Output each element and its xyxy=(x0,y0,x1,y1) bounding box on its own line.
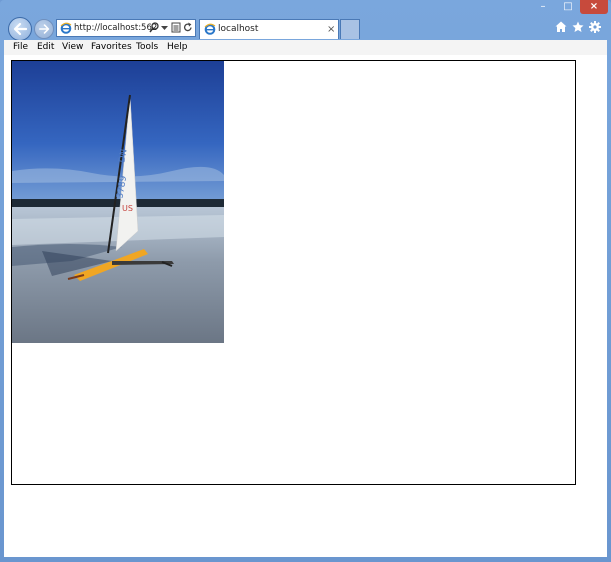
tab-title: localhost xyxy=(218,24,259,34)
ie-logo-icon xyxy=(60,22,72,34)
new-tab-button[interactable] xyxy=(340,19,360,39)
minimize-icon: – xyxy=(540,1,546,12)
page-viewport: DN 3789 US xyxy=(4,55,607,557)
menu-edit[interactable]: Edit xyxy=(37,40,54,54)
bordered-container: DN 3789 US xyxy=(11,60,576,485)
maximize-button[interactable]: □ xyxy=(556,0,580,14)
ice-boat-photo: DN 3789 US xyxy=(12,61,224,343)
close-window-button[interactable]: × xyxy=(580,0,608,14)
menu-bar: File Edit View Favorites Tools Help xyxy=(4,40,607,56)
star-icon[interactable] xyxy=(572,21,584,33)
search-icon[interactable] xyxy=(149,22,159,33)
tab-localhost[interactable]: localhost × xyxy=(199,19,339,39)
url-text[interactable]: http://localhost:562 xyxy=(74,20,157,36)
forward-button[interactable] xyxy=(34,19,54,39)
forward-arrow-icon xyxy=(38,24,49,34)
close-icon: × xyxy=(589,1,599,12)
browser-window: – □ × http://localhost:562 localhost × F… xyxy=(0,0,611,562)
menu-favorites[interactable]: Favorites xyxy=(91,40,132,54)
maximize-icon: □ xyxy=(563,1,573,12)
home-icon[interactable] xyxy=(555,21,567,33)
svg-text:US: US xyxy=(122,204,133,213)
menu-tools[interactable]: Tools xyxy=(136,40,158,54)
back-button[interactable] xyxy=(8,17,32,41)
address-bar[interactable]: http://localhost:562 xyxy=(56,19,196,37)
gear-icon[interactable] xyxy=(589,21,601,33)
tab-close-icon[interactable]: × xyxy=(327,20,335,39)
menu-file[interactable]: File xyxy=(13,40,28,54)
dropdown-icon[interactable] xyxy=(161,26,168,31)
refresh-icon[interactable] xyxy=(183,22,193,33)
menu-view[interactable]: View xyxy=(62,40,83,54)
ie-logo-icon xyxy=(204,23,216,35)
minimize-button[interactable]: – xyxy=(531,0,555,14)
back-arrow-icon xyxy=(13,23,27,35)
compatibility-view-icon[interactable] xyxy=(171,22,181,33)
menu-help[interactable]: Help xyxy=(167,40,188,54)
